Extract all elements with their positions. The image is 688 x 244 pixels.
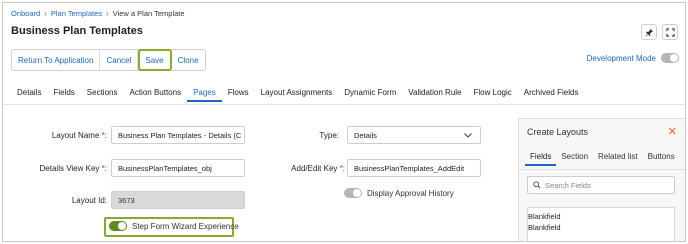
tab-pages[interactable]: Pages: [187, 88, 222, 102]
field-list: Blankfield Blankfield: [527, 207, 675, 241]
panel-title: Create Layouts: [527, 127, 589, 137]
chevron-right-icon: ›: [106, 9, 109, 18]
tab-divider: [3, 104, 685, 105]
panel-tab-fields[interactable]: Fields: [525, 152, 557, 166]
layout-name-label: Layout Name *:: [51, 131, 107, 140]
breadcrumb: Onboard › Plan Templates › View a Plan T…: [11, 9, 185, 18]
type-select[interactable]: Details: [347, 126, 481, 144]
save-button[interactable]: Save: [138, 49, 172, 71]
clone-button[interactable]: Clone: [172, 50, 205, 70]
development-mode: Development Mode: [587, 53, 679, 63]
type-select-value: Details: [354, 130, 377, 140]
cancel-button[interactable]: Cancel: [100, 50, 139, 70]
development-mode-label: Development Mode: [586, 53, 656, 63]
tab-dynamic-form[interactable]: Dynamic Form: [338, 88, 402, 102]
expand-icon: [665, 27, 675, 37]
tab-archived-fields[interactable]: Archived Fields: [518, 88, 585, 102]
fullscreen-button[interactable]: [662, 24, 678, 40]
close-icon[interactable]: ✕: [668, 125, 677, 138]
return-to-application-button[interactable]: Return To Application: [12, 50, 101, 70]
step-form-wizard-toggle[interactable]: [109, 221, 127, 231]
approval-history-label: Display Approval History: [367, 188, 454, 198]
tab-sections[interactable]: Sections: [81, 88, 124, 102]
approval-history-row: Display Approval History: [344, 188, 454, 198]
search-fields-input[interactable]: Search Fields: [527, 176, 675, 194]
list-item[interactable]: Blankfield: [528, 222, 674, 233]
add-edit-key-input[interactable]: BusinessPlanTemplates_AddEdit: [347, 159, 481, 177]
panel-tab-related-list[interactable]: Related list: [593, 152, 643, 166]
type-label: Type:: [319, 131, 339, 140]
page-title: Business Plan Templates: [11, 25, 143, 37]
tab-flows[interactable]: Flows: [222, 88, 255, 102]
pin-icon: [644, 28, 653, 37]
chevron-down-icon: [464, 133, 472, 138]
app-window: Onboard › Plan Templates › View a Plan T…: [2, 2, 686, 242]
search-placeholder: Search Fields: [545, 180, 591, 190]
panel-tab-bar: Fields Section Related list Buttons: [525, 152, 680, 166]
panel-divider: [519, 169, 685, 170]
tab-bar: Details Fields Sections Action Buttons P…: [11, 88, 584, 102]
search-icon: [533, 181, 541, 189]
layout-id-label: Layout Id:: [71, 196, 107, 205]
step-form-wizard-row: Step Form Wizard Experience: [109, 221, 239, 231]
tab-layout-assignments[interactable]: Layout Assignments: [255, 88, 339, 102]
breadcrumb-onboard[interactable]: Onboard: [11, 9, 40, 18]
details-view-key-input[interactable]: BusinessPlanTemplates_obj: [111, 159, 245, 177]
approval-history-toggle[interactable]: [344, 188, 362, 198]
tab-details[interactable]: Details: [11, 88, 47, 102]
details-view-key-label: Details View Key *:: [39, 164, 107, 173]
tab-validation-rule[interactable]: Validation Rule: [402, 88, 467, 102]
list-item[interactable]: Blankfield: [528, 211, 674, 222]
action-toolbar: Return To Application Cancel Save Clone: [11, 49, 206, 71]
development-mode-toggle[interactable]: [661, 53, 679, 63]
tab-action-buttons[interactable]: Action Buttons: [123, 88, 187, 102]
panel-tab-section[interactable]: Section: [556, 152, 593, 166]
step-form-wizard-label: Step Form Wizard Experience: [132, 221, 239, 231]
chevron-right-icon: ›: [44, 9, 47, 18]
breadcrumb-current: View a Plan Template: [112, 9, 185, 18]
tab-fields[interactable]: Fields: [47, 88, 80, 102]
layout-id-field: 3673: [111, 191, 245, 209]
add-edit-key-label: Add/Edit Key *:: [291, 164, 345, 173]
layout-name-input[interactable]: Business Plan Templates - Details (C: [111, 126, 245, 144]
breadcrumb-plan-templates[interactable]: Plan Templates: [51, 9, 102, 18]
tab-flow-logic[interactable]: Flow Logic: [468, 88, 518, 102]
pin-button[interactable]: [641, 24, 657, 40]
panel-tab-buttons[interactable]: Buttons: [643, 152, 680, 166]
create-layouts-panel: Create Layouts ✕ Fields Section Related …: [518, 118, 685, 241]
